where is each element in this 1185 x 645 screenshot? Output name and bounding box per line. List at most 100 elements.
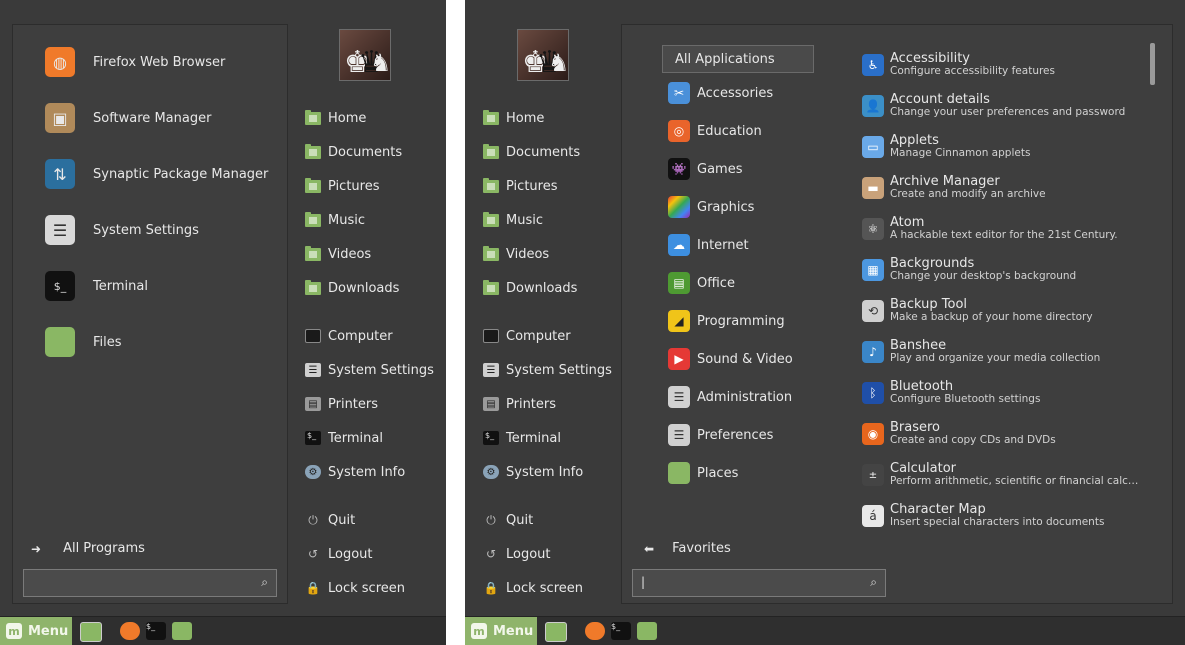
session-logout[interactable]: ↺ Logout	[305, 542, 373, 566]
session-lock[interactable]: 🔒 Lock screen	[305, 576, 405, 600]
app-name: Backup Tool	[890, 297, 968, 312]
app-atom[interactable]: ⚛ Atom A hackable text editor for the 21st…	[862, 209, 1118, 249]
firefox-icon: ◍	[45, 47, 75, 77]
search-input[interactable]: | ⌕	[632, 569, 886, 597]
system-info[interactable]: ⚙ System Info	[305, 460, 405, 484]
favorite-system-settings[interactable]: ☰ System Settings	[45, 213, 199, 247]
system-info[interactable]: ⚙ System Info	[483, 460, 583, 484]
app-accessibility[interactable]: ♿ Accessibility Configure accessibility fe…	[862, 45, 1055, 85]
session-lock[interactable]: 🔒 Lock screen	[483, 576, 583, 600]
favorite-terminal[interactable]: $_ Terminal	[45, 269, 148, 303]
terminal-icon: $_	[45, 271, 75, 301]
system-terminal[interactable]: $_ Terminal	[305, 426, 383, 450]
terminal-icon: $_	[483, 431, 499, 445]
menu-button[interactable]: m Menu	[465, 617, 537, 645]
favorite-firefox[interactable]: ◍ Firefox Web Browser	[45, 45, 225, 79]
category-preferences[interactable]: ☰ Preferences	[668, 421, 773, 449]
app-name: Brasero	[890, 420, 941, 435]
favorites-button[interactable]: ⬅ Favorites	[644, 541, 731, 556]
user-avatar[interactable]: ♚ ♛ ♞	[339, 29, 391, 81]
session-logout[interactable]: ↺ Logout	[483, 542, 551, 566]
music-folder-icon	[305, 211, 321, 227]
system-label: Terminal	[506, 430, 561, 446]
category-all-applications[interactable]: All Applications	[662, 45, 814, 73]
favorite-files[interactable]: Files	[45, 325, 122, 359]
system-computer[interactable]: Computer	[483, 324, 571, 348]
app-backgrounds[interactable]: ▦ Backgrounds Change your desktop's backgr…	[862, 250, 1076, 290]
category-administration[interactable]: ☰ Administration	[668, 383, 792, 411]
place-videos[interactable]: Videos	[305, 242, 371, 266]
place-videos[interactable]: Videos	[483, 242, 549, 266]
place-music[interactable]: Music	[483, 208, 543, 232]
app-backup-tool[interactable]: ⟲ Backup Tool Make a backup of your home d…	[862, 291, 1093, 331]
app-applets[interactable]: ▭ Applets Manage Cinnamon applets	[862, 127, 1030, 167]
place-downloads[interactable]: Downloads	[483, 276, 577, 300]
app-description: Insert special characters into documents	[890, 516, 1105, 528]
apps-scrollbar[interactable]	[1150, 43, 1155, 85]
show-desktop-icon[interactable]	[80, 622, 102, 642]
system-settings[interactable]: ☰ System Settings	[305, 358, 434, 382]
session-quit[interactable]: ⏻ Quit	[483, 508, 533, 532]
system-settings[interactable]: ☰ System Settings	[483, 358, 612, 382]
session-label: Lock screen	[328, 580, 405, 596]
firefox-icon[interactable]	[585, 622, 605, 640]
system-terminal[interactable]: $_ Terminal	[483, 426, 561, 450]
all-programs-button[interactable]: ➜ All Programs	[31, 541, 145, 556]
category-graphics[interactable]: Graphics	[668, 193, 754, 221]
user-avatar[interactable]: ♚ ♛ ♞	[517, 29, 569, 81]
files-icon[interactable]	[637, 622, 657, 640]
lock-icon: 🔒	[483, 581, 499, 595]
app-account-details[interactable]: 👤 Account details Change your user prefere…	[862, 86, 1125, 126]
app-description: Change your desktop's background	[890, 270, 1077, 282]
logout-icon: ↺	[307, 547, 319, 561]
power-icon: ⏻	[486, 512, 496, 527]
category-games[interactable]: 👾 Games	[668, 155, 742, 183]
favorite-label: System Settings	[93, 222, 199, 238]
place-documents[interactable]: Documents	[305, 140, 402, 164]
app-description: Create and modify an archive	[890, 188, 1046, 200]
show-desktop-icon[interactable]	[545, 622, 567, 642]
favorite-synaptic[interactable]: ⇅ Synaptic Package Manager	[45, 157, 268, 191]
category-label: All Applications	[675, 51, 775, 67]
place-label: Home	[328, 110, 367, 126]
app-description: Create and copy CDs and DVDs	[890, 434, 1056, 446]
app-calculator[interactable]: ± Calculator Perform arithmetic, scientifi…	[862, 455, 1138, 495]
category-programming[interactable]: ◢ Programming	[668, 307, 785, 335]
app-banshee[interactable]: ♪ Banshee Play and organize your media col…	[862, 332, 1100, 372]
app-bluetooth[interactable]: ᛒ Bluetooth Configure Bluetooth settings	[862, 373, 1040, 413]
system-printers[interactable]: ▤ Printers	[483, 392, 556, 416]
app-archive-manager[interactable]: ▬ Archive Manager Create and modify an arc…	[862, 168, 1046, 208]
terminal-icon[interactable]: $_	[146, 622, 166, 640]
favorites-panel: ◍ Firefox Web Browser ▣ Software Manager…	[12, 24, 288, 604]
app-description: Manage Cinnamon applets	[890, 147, 1031, 159]
files-icon[interactable]	[172, 622, 192, 640]
terminal-icon[interactable]: $_	[611, 622, 631, 640]
place-music[interactable]: Music	[305, 208, 365, 232]
category-accessories[interactable]: ✂ Accessories	[668, 79, 773, 107]
category-education[interactable]: ◎ Education	[668, 117, 762, 145]
place-pictures[interactable]: Pictures	[483, 174, 557, 198]
menu-button[interactable]: m Menu	[0, 617, 72, 645]
place-downloads[interactable]: Downloads	[305, 276, 399, 300]
session-quit[interactable]: ⏻ Quit	[305, 508, 355, 532]
place-label: Videos	[506, 246, 550, 262]
system-printers[interactable]: ▤ Printers	[305, 392, 378, 416]
category-internet[interactable]: ☁ Internet	[668, 231, 749, 259]
category-office[interactable]: ▤ Office	[668, 269, 735, 297]
system-computer[interactable]: Computer	[305, 324, 393, 348]
place-home[interactable]: Home	[305, 106, 366, 130]
favorite-software-manager[interactable]: ▣ Software Manager	[45, 101, 211, 135]
place-documents[interactable]: Documents	[483, 140, 580, 164]
category-label: Internet	[697, 237, 749, 253]
category-places[interactable]: Places	[668, 459, 738, 487]
app-character-map[interactable]: á Character Map Insert special characters …	[862, 496, 1104, 536]
place-pictures[interactable]: Pictures	[305, 174, 379, 198]
system-label: Terminal	[328, 430, 383, 446]
category-sound-video[interactable]: ▶ Sound & Video	[668, 345, 793, 373]
app-brasero[interactable]: ◉ Brasero Create and copy CDs and DVDs	[862, 414, 1056, 454]
accessibility-icon: ♿	[862, 54, 884, 76]
place-home[interactable]: Home	[483, 106, 544, 130]
search-input[interactable]: ⌕	[23, 569, 277, 597]
firefox-icon[interactable]	[120, 622, 140, 640]
settings-icon: ☰	[45, 215, 75, 245]
